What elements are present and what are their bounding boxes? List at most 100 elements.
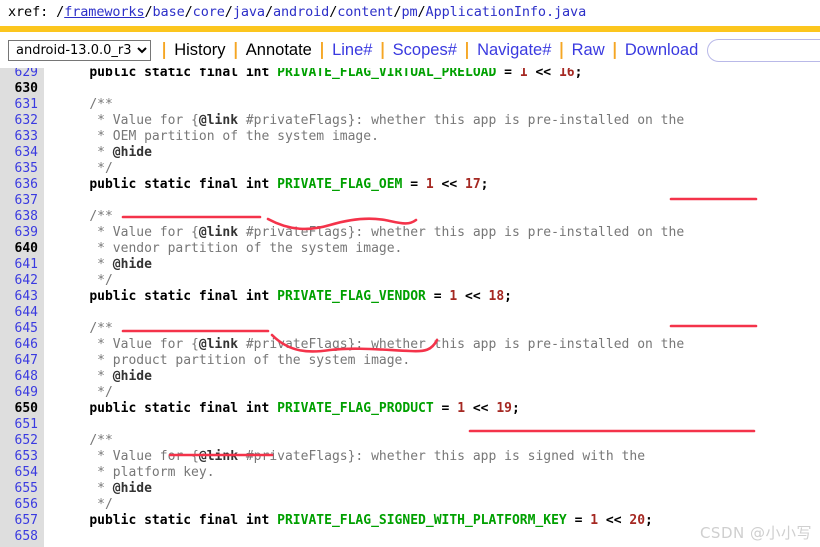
line-number-629[interactable]: 629 xyxy=(0,68,44,81)
line-number-650[interactable]: 650 xyxy=(0,401,44,417)
toolbar-separator: | xyxy=(551,40,571,60)
toolbar-link-history[interactable]: History xyxy=(174,41,225,59)
code-line: 648 * @hide xyxy=(0,369,820,385)
code-line: 632 * Value for {@link #privateFlags}: w… xyxy=(0,113,820,129)
code-line: 654 * platform key. xyxy=(0,465,820,481)
code-line: 638 /** xyxy=(0,209,820,225)
line-number-657[interactable]: 657 xyxy=(0,513,44,529)
code-line: 631 /** xyxy=(0,97,820,113)
line-number-658[interactable]: 658 xyxy=(0,529,44,545)
code-text: * @hide xyxy=(44,145,152,161)
code-line: 646 * Value for {@link #privateFlags}: w… xyxy=(0,337,820,353)
line-number-651[interactable]: 651 xyxy=(0,417,44,433)
code-text: * platform key. xyxy=(44,465,215,481)
code-text: */ xyxy=(44,497,113,513)
code-viewport[interactable]: 629 public static final int PRIVATE_FLAG… xyxy=(0,68,820,547)
code-text: /** xyxy=(44,433,113,449)
code-text: */ xyxy=(44,385,113,401)
toolbar-separator: | xyxy=(457,40,477,60)
breadcrumb-link-core[interactable]: core xyxy=(193,4,225,20)
line-number-654[interactable]: 654 xyxy=(0,465,44,481)
toolbar-separator: | xyxy=(312,40,332,60)
line-number-633[interactable]: 633 xyxy=(0,129,44,145)
line-number-640[interactable]: 640 xyxy=(0,241,44,257)
breadcrumb: xref: /frameworks/base/core/java/android… xyxy=(0,0,820,26)
toolbar-separator: | xyxy=(605,40,625,60)
line-number-656[interactable]: 656 xyxy=(0,497,44,513)
toolbar-separator: | xyxy=(372,40,392,60)
line-number-648[interactable]: 648 xyxy=(0,369,44,385)
code-line: 652 /** xyxy=(0,433,820,449)
line-number-652[interactable]: 652 xyxy=(0,433,44,449)
line-number-639[interactable]: 639 xyxy=(0,225,44,241)
line-number-646[interactable]: 646 xyxy=(0,337,44,353)
breadcrumb-link-android[interactable]: android xyxy=(273,4,329,20)
breadcrumb-link-applicationinfo-java[interactable]: ApplicationInfo.java xyxy=(426,4,587,20)
line-number-644[interactable]: 644 xyxy=(0,305,44,321)
path-separator: / xyxy=(225,4,233,20)
code-line: 650 public static final int PRIVATE_FLAG… xyxy=(0,401,820,417)
toolbar: android-13.0.0_r3 |History|Annotate|Line… xyxy=(0,32,820,68)
breadcrumb-link-content[interactable]: content xyxy=(337,4,393,20)
search-input[interactable] xyxy=(707,39,820,62)
toolbar-link-annotate[interactable]: Annotate xyxy=(246,41,312,59)
code-text: public static final int PRIVATE_FLAG_OEM… xyxy=(44,177,489,193)
code-line: 640 * vendor partition of the system ima… xyxy=(0,241,820,257)
code-text: * Value for {@link #privateFlags}: wheth… xyxy=(44,449,645,465)
line-number-632[interactable]: 632 xyxy=(0,113,44,129)
watermark: CSDN @小小写 xyxy=(700,522,812,543)
breadcrumb-link-frameworks[interactable]: frameworks xyxy=(64,4,144,20)
code-text: */ xyxy=(44,273,113,289)
breadcrumb-link-java[interactable]: java xyxy=(233,4,265,20)
breadcrumb-link-base[interactable]: base xyxy=(153,4,185,20)
line-number-641[interactable]: 641 xyxy=(0,257,44,273)
toolbar-link-line[interactable]: Line# xyxy=(332,41,372,59)
toolbar-link-raw[interactable]: Raw xyxy=(572,41,605,59)
toolbar-link-navigate[interactable]: Navigate# xyxy=(477,41,551,59)
code-line: 635 */ xyxy=(0,161,820,177)
toolbar-links: |History|Annotate|Line#|Scopes#|Navigate… xyxy=(151,41,698,60)
code-line: 656 */ xyxy=(0,497,820,513)
line-number-643[interactable]: 643 xyxy=(0,289,44,305)
code-text: * @hide xyxy=(44,481,152,497)
path-separator: / xyxy=(329,4,337,20)
line-number-649[interactable]: 649 xyxy=(0,385,44,401)
code-line: 644 xyxy=(0,305,820,321)
code-line: 653 * Value for {@link #privateFlags}: w… xyxy=(0,449,820,465)
toolbar-separator: | xyxy=(226,40,246,60)
line-number-642[interactable]: 642 xyxy=(0,273,44,289)
code-text: * Value for {@link #privateFlags}: wheth… xyxy=(44,225,684,241)
line-number-635[interactable]: 635 xyxy=(0,161,44,177)
version-select[interactable]: android-13.0.0_r3 xyxy=(8,40,151,61)
code-line: 651 xyxy=(0,417,820,433)
line-number-647[interactable]: 647 xyxy=(0,353,44,369)
code-line: 658 xyxy=(0,529,820,545)
line-number-638[interactable]: 638 xyxy=(0,209,44,225)
code-listing: 629 public static final int PRIVATE_FLAG… xyxy=(0,68,820,545)
breadcrumb-link-pm[interactable]: pm xyxy=(401,4,417,20)
breadcrumb-path: /frameworks/base/core/java/android/conte… xyxy=(56,4,586,20)
code-line: 657 public static final int PRIVATE_FLAG… xyxy=(0,513,820,529)
xref-label: xref: xyxy=(8,4,48,20)
line-number-655[interactable]: 655 xyxy=(0,481,44,497)
path-separator: / xyxy=(265,4,273,20)
code-text: * vendor partition of the system image. xyxy=(44,241,402,257)
line-number-636[interactable]: 636 xyxy=(0,177,44,193)
line-number-645[interactable]: 645 xyxy=(0,321,44,337)
line-number-637[interactable]: 637 xyxy=(0,193,44,209)
code-text: public static final int PRIVATE_FLAG_VIR… xyxy=(44,68,582,81)
code-line: 655 * @hide xyxy=(0,481,820,497)
line-number-653[interactable]: 653 xyxy=(0,449,44,465)
code-line: 641 * @hide xyxy=(0,257,820,273)
code-text: * @hide xyxy=(44,257,152,273)
toolbar-link-download[interactable]: Download xyxy=(625,41,698,59)
code-line: 643 public static final int PRIVATE_FLAG… xyxy=(0,289,820,305)
code-text: * Value for {@link #privateFlags}: wheth… xyxy=(44,337,684,353)
code-text: /** xyxy=(44,97,113,113)
line-number-634[interactable]: 634 xyxy=(0,145,44,161)
toolbar-link-scopes[interactable]: Scopes# xyxy=(393,41,457,59)
code-text: * product partition of the system image. xyxy=(44,353,410,369)
line-number-631[interactable]: 631 xyxy=(0,97,44,113)
code-text: * @hide xyxy=(44,369,152,385)
line-number-630[interactable]: 630 xyxy=(0,81,44,97)
